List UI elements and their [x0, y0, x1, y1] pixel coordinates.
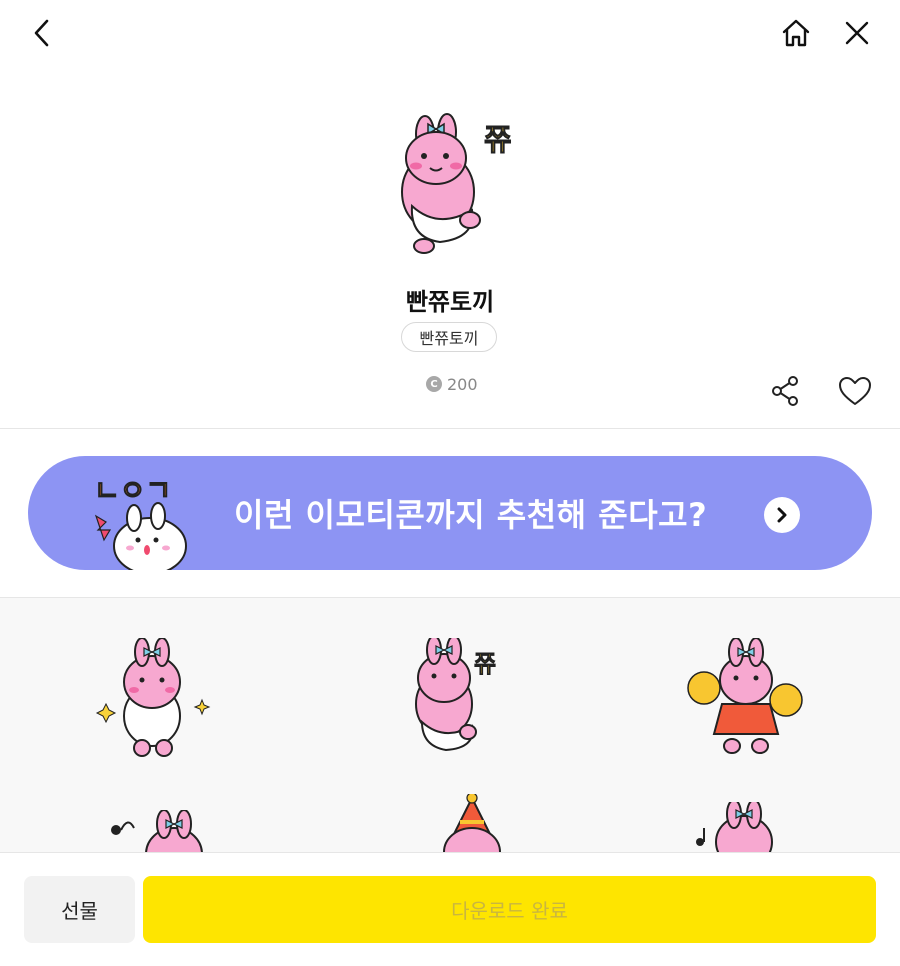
emoticon-note-bunny[interactable]	[690, 802, 820, 852]
emoticon-cheer-bunny[interactable]	[682, 638, 812, 768]
author-chip[interactable]: 빤쮸토끼	[401, 322, 497, 352]
gift-button[interactable]: 선물	[24, 876, 135, 943]
price-value: 200	[447, 374, 478, 394]
banner-art-letters: ㄴㅇㄱ	[94, 474, 171, 507]
banner-arrow-button[interactable]	[764, 497, 800, 533]
chevron-left-icon	[34, 19, 49, 47]
banner-bunny-illustration: ㄴㅇㄱ	[94, 474, 187, 570]
emoticon-jjyu-bunny[interactable]: 쮸	[400, 638, 530, 768]
emoticon-sparkle-bunny[interactable]	[92, 638, 222, 768]
like-button[interactable]	[832, 368, 878, 414]
back-button[interactable]	[20, 11, 64, 55]
share-icon	[772, 376, 798, 406]
hero-emoticon-image: 쮸	[401, 113, 512, 254]
top-bar	[0, 0, 900, 70]
product-header: 쮸 빤쮸토끼 빤쮸토끼 C 200	[0, 70, 900, 428]
chevron-right-icon	[777, 507, 787, 523]
product-title: 빤쮸토끼	[405, 288, 495, 316]
heart-icon	[839, 377, 871, 405]
download-button[interactable]: 다운로드 완료	[143, 876, 876, 943]
recommend-banner[interactable]: ㄴㅇㄱ 이런 이모티콘까지 추천해 준다고?	[28, 456, 872, 570]
emoticon-jjyu-text: 쮸	[474, 650, 496, 678]
coin-icon: C	[426, 376, 442, 392]
close-icon	[845, 21, 869, 45]
bottom-action-bar: 선물 다운로드 완료	[0, 852, 900, 966]
hero-jjyu-text: 쮸	[484, 123, 512, 158]
close-button[interactable]	[835, 11, 879, 55]
price: C 200	[426, 373, 478, 395]
banner-text: 이런 이모티콘까지 추천해 준다고?	[234, 496, 708, 534]
home-icon	[782, 19, 810, 47]
share-button[interactable]	[762, 368, 808, 414]
home-button[interactable]	[774, 11, 818, 55]
emoticon-party-hat-bunny[interactable]	[404, 794, 534, 852]
emoticon-grid: 쮸	[0, 598, 900, 852]
divider	[0, 428, 900, 429]
emoticon-music-bunny[interactable]	[104, 810, 234, 852]
